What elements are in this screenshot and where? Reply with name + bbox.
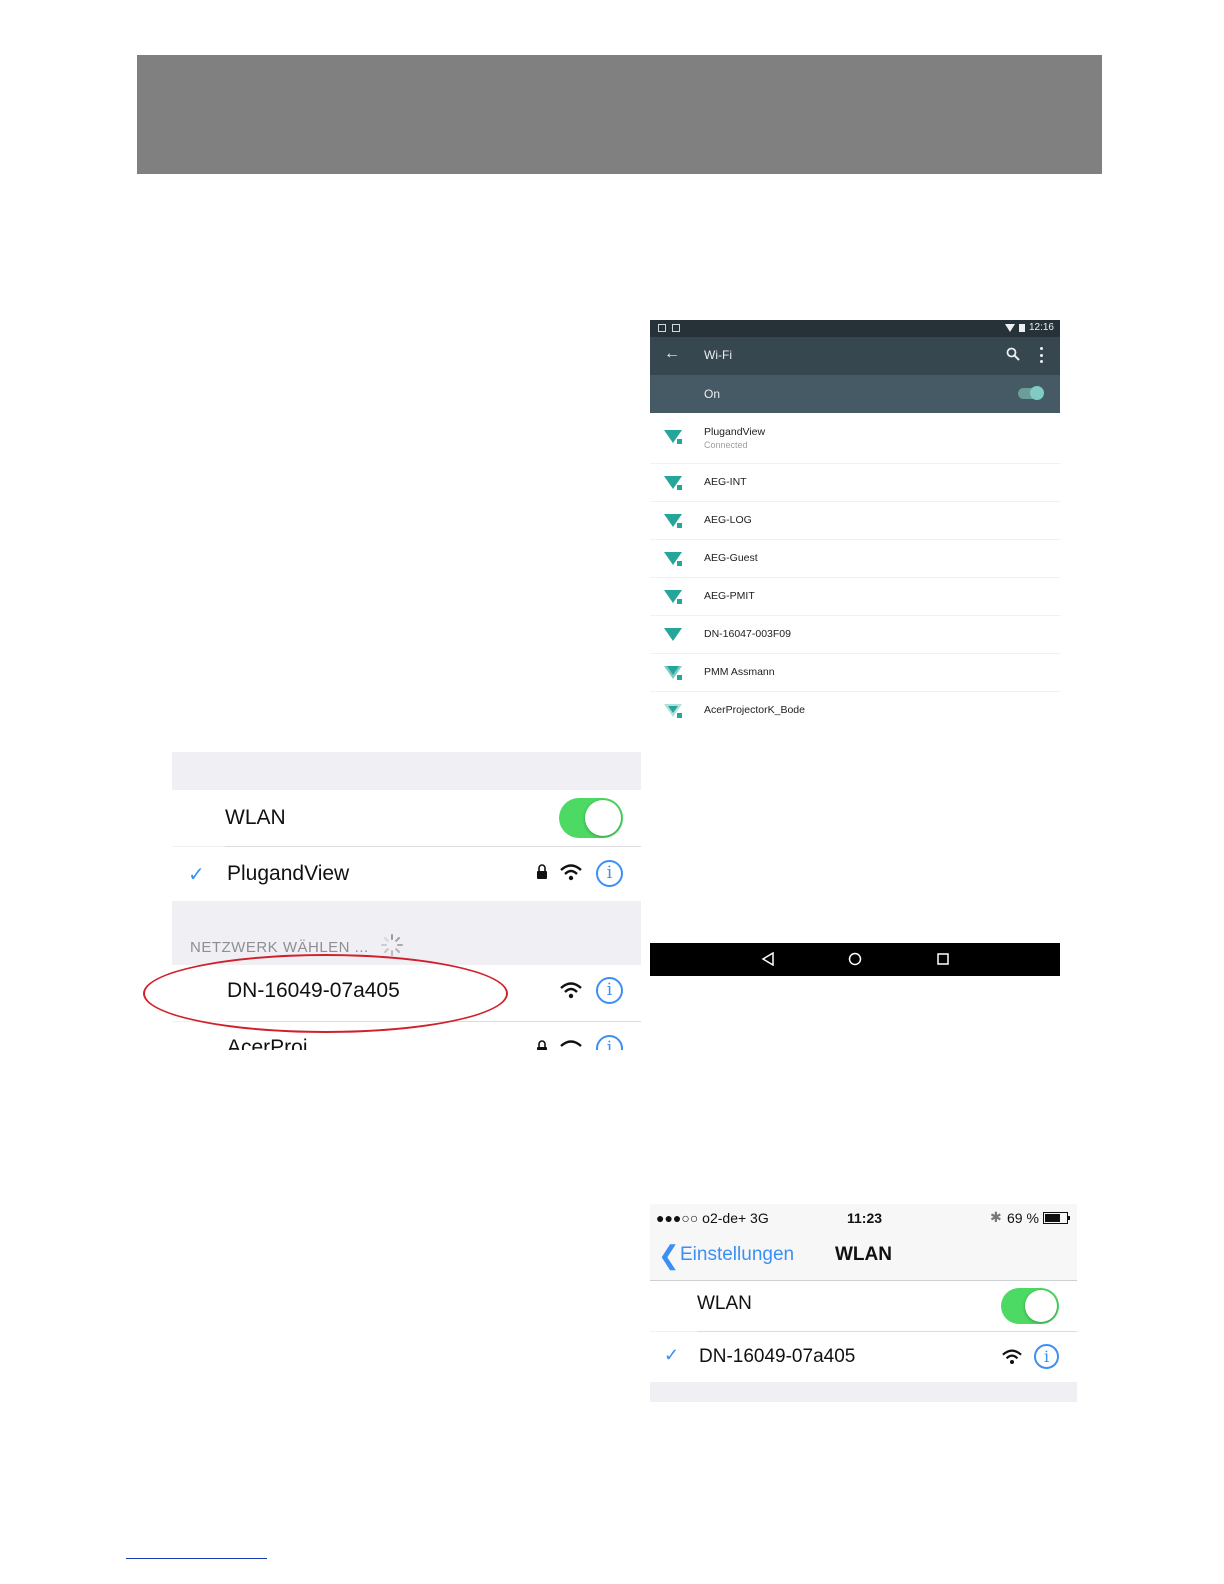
wifi-lock-icon xyxy=(664,666,682,680)
network-row[interactable]: DN-16047-003F09 xyxy=(650,616,1060,654)
battery-icon xyxy=(1043,1212,1070,1224)
bluetooth-icon: ✱ xyxy=(990,1209,1002,1225)
battery-percent: 69 % xyxy=(1007,1210,1039,1226)
lock-icon xyxy=(537,1040,547,1050)
network-row[interactable]: AcerProjectorK_Bode xyxy=(650,692,1060,728)
ios-connected-screenshot: ●●●○○ o2-de+ 3G 11:23 ✱ 69 % ❮ Einstellu… xyxy=(650,1204,1077,1402)
wlan-toggle-row: WLAN xyxy=(650,1281,1077,1331)
network-name: AEG-LOG xyxy=(704,514,752,526)
search-icon[interactable] xyxy=(1006,347,1020,361)
wifi-lock-icon xyxy=(664,590,682,604)
wifi-lock-icon xyxy=(664,476,682,490)
wifi-icon xyxy=(560,982,582,999)
wlan-label: WLAN xyxy=(697,1293,752,1314)
network-name: AEG-INT xyxy=(704,476,747,488)
footer-link-underline xyxy=(126,1558,267,1559)
connected-network-row[interactable]: ✓ PlugandView i xyxy=(172,847,641,901)
wlan-toggle[interactable] xyxy=(1001,1288,1059,1324)
network-name: AEG-Guest xyxy=(704,552,758,564)
nav-back-icon[interactable] xyxy=(761,952,775,966)
android-status-bar: 12:16 xyxy=(650,320,1060,337)
wifi-icon xyxy=(1002,1349,1022,1364)
wifi-signal-icon xyxy=(1004,323,1015,332)
wifi-icon xyxy=(560,1040,582,1047)
android-title: Wi-Fi xyxy=(704,348,732,362)
network-name: AEG-PMIT xyxy=(704,590,755,602)
wifi-icon xyxy=(560,864,582,881)
network-name: AcerProjectorK_Bode xyxy=(704,704,805,716)
back-arrow-icon[interactable]: ← xyxy=(664,345,680,363)
wifi-on-bar: On xyxy=(650,375,1060,413)
carrier-signal: ●●●○○ o2-de+ 3G xyxy=(656,1210,769,1226)
network-row[interactable]: AEG-PMIT xyxy=(650,578,1060,616)
network-row[interactable]: AEG-Guest xyxy=(650,540,1060,578)
connected-network-row[interactable]: ✓ DN-16049-07a405 i xyxy=(650,1332,1077,1382)
connected-network-name: PlugandView xyxy=(227,862,350,885)
network-status: Connected xyxy=(704,440,748,450)
wlan-toggle[interactable] xyxy=(559,798,623,838)
network-name: PlugandView xyxy=(704,426,766,438)
info-icon[interactable]: i xyxy=(596,1035,623,1050)
info-icon[interactable]: i xyxy=(596,860,623,887)
wlan-toggle-row: WLAN xyxy=(172,790,641,846)
battery-icon xyxy=(1018,324,1025,332)
network-name: PMM Assmann xyxy=(704,666,775,678)
wifi-lock-icon xyxy=(664,430,682,444)
lock-icon xyxy=(537,864,547,879)
status-time: 11:23 xyxy=(847,1210,883,1226)
checkmark-icon: ✓ xyxy=(664,1345,680,1365)
ios-nav-bar: ❮ Einstellungen WLAN xyxy=(650,1232,1077,1281)
header-bar xyxy=(137,55,1102,174)
network-row[interactable]: PMM Assmann xyxy=(650,654,1060,692)
wifi-on-label: On xyxy=(704,387,721,401)
highlight-ellipse xyxy=(143,954,508,1033)
wlan-label: WLAN xyxy=(225,806,286,829)
loading-spinner-icon xyxy=(381,934,403,956)
nav-home-icon[interactable] xyxy=(848,952,862,966)
network-row[interactable]: AEG-LOG xyxy=(650,502,1060,540)
checkmark-icon: ✓ xyxy=(188,864,205,886)
back-button[interactable]: Einstellungen xyxy=(680,1244,794,1266)
wifi-icon xyxy=(664,628,682,641)
android-wifi-screenshot: 12:16 ← Wi-Fi On PlugandView Connected A… xyxy=(650,320,1060,728)
android-nav-bar xyxy=(650,943,1060,976)
notification-icon xyxy=(658,324,666,332)
chevron-left-icon[interactable]: ❮ xyxy=(658,1240,680,1271)
nav-title: WLAN xyxy=(835,1244,892,1265)
ios-status-bar: ●●●○○ o2-de+ 3G 11:23 ✱ 69 % xyxy=(650,1204,1077,1232)
android-status-time: 12:16 xyxy=(1028,322,1054,333)
wifi-toggle[interactable] xyxy=(1018,386,1044,400)
network-name: DN-16047-003F09 xyxy=(704,628,791,640)
wifi-lock-icon xyxy=(664,552,682,566)
network-row[interactable]: PlugandView Connected xyxy=(650,415,1060,464)
info-icon[interactable]: i xyxy=(596,977,623,1004)
network-row[interactable]: AEG-INT xyxy=(650,464,1060,502)
android-network-list: PlugandView Connected AEG-INT AEG-LOG AE… xyxy=(650,415,1060,728)
network-name: AcerProj xyxy=(227,1036,308,1050)
nav-recents-icon[interactable] xyxy=(936,952,950,966)
wifi-lock-icon xyxy=(664,704,682,718)
notification-icon xyxy=(672,324,680,332)
info-icon[interactable]: i xyxy=(1034,1344,1059,1369)
more-vert-icon[interactable] xyxy=(1038,347,1044,363)
wifi-lock-icon xyxy=(664,514,682,528)
android-toolbar: ← Wi-Fi xyxy=(650,337,1060,375)
connected-network-name: DN-16049-07a405 xyxy=(699,1346,856,1367)
